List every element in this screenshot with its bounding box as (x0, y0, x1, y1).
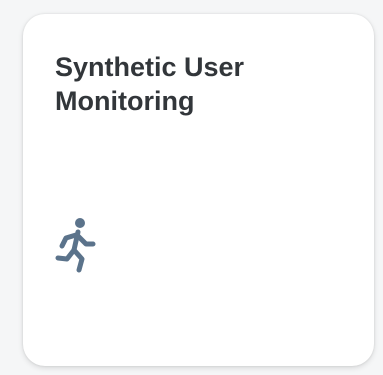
running-person-icon (53, 216, 103, 276)
synthetic-user-monitoring-tile[interactable]: Synthetic User Monitoring (23, 14, 374, 366)
tile-title: Synthetic User Monitoring (55, 52, 245, 116)
